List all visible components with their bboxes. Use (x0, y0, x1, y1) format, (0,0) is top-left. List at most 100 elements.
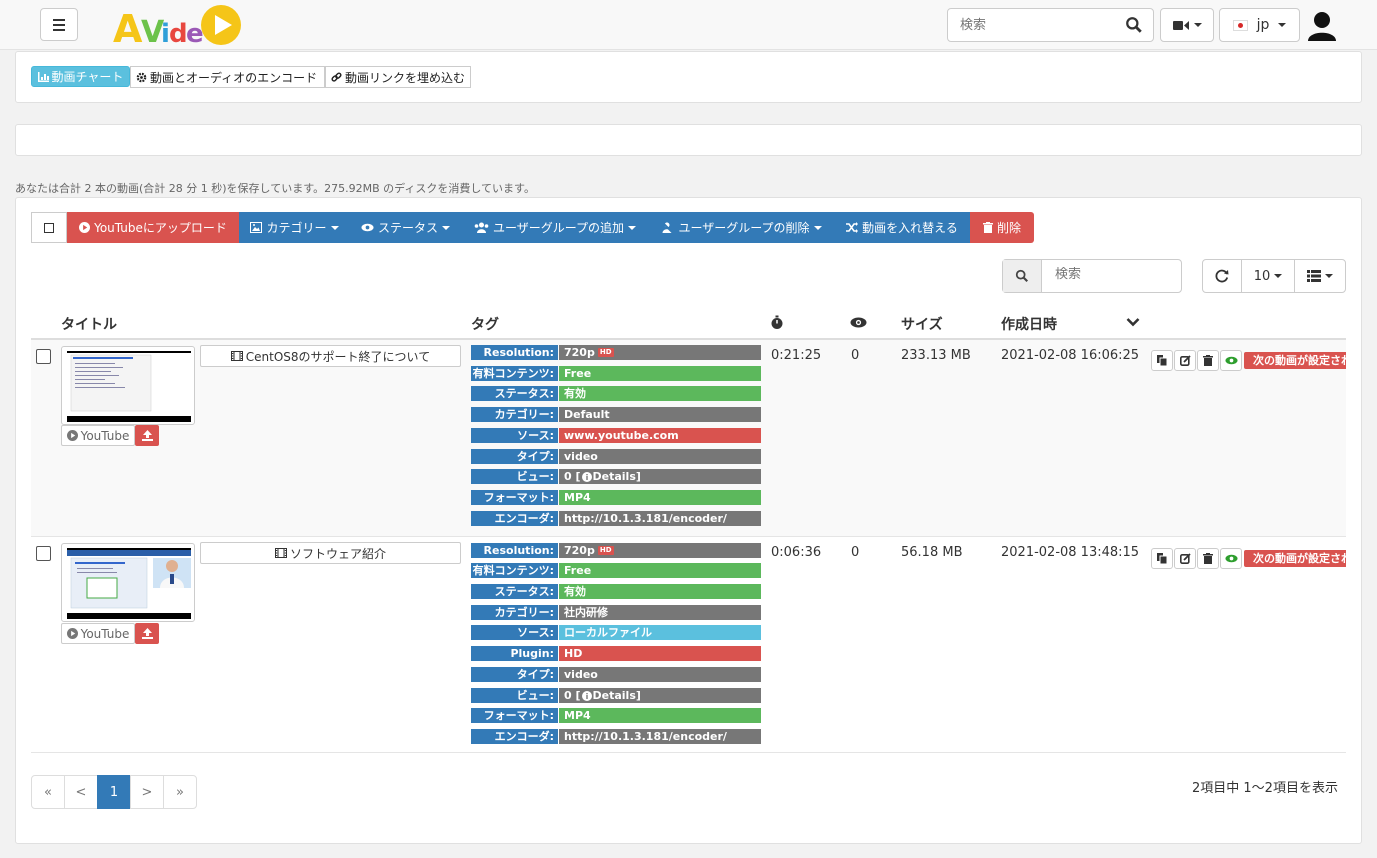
video-size: 56.18 MB (901, 545, 963, 560)
pagination-info: 2項目中 1～2項目を表示 (1192, 781, 1338, 796)
tag-encoder: エンコーダ: http://10.1.3.181/encoder/ (471, 729, 761, 744)
video-size: 233.13 MB (901, 348, 971, 363)
next-video-badge[interactable]: 次の動画が設定されていません (1244, 352, 1346, 369)
stopwatch-icon[interactable] (770, 315, 784, 330)
refresh-button[interactable] (1202, 259, 1242, 293)
pagination-last[interactable]: » (163, 775, 197, 809)
chevron-down-icon[interactable] (1126, 317, 1140, 327)
edit-icon (1179, 553, 1191, 564)
row-checkbox[interactable] (36, 349, 51, 364)
svg-text:e: e (186, 19, 204, 48)
avideo-logo[interactable]: A V i d e (113, 2, 243, 48)
column-header-tags[interactable]: タグ (471, 314, 499, 334)
pagination-next[interactable]: > (130, 775, 164, 809)
refresh-icon (1215, 269, 1229, 283)
video-thumbnail[interactable] (61, 346, 195, 425)
tag-plugin: Plugin: HD (471, 646, 761, 661)
edit-button[interactable] (1174, 548, 1196, 569)
swap-videos-label: 動画を入れ替える (862, 221, 958, 235)
columns-toggle-button[interactable] (1294, 259, 1346, 293)
next-video-badge[interactable]: 次の動画が設定されていません (1244, 550, 1346, 567)
video-camera-icon (1172, 20, 1189, 30)
eye-icon (1224, 356, 1238, 365)
upload-button[interactable] (135, 425, 159, 446)
details-link[interactable]: Details] (593, 688, 641, 703)
header-search-box[interactable] (947, 8, 1154, 42)
swap-videos-button[interactable]: 動画を入れ替える (834, 212, 970, 243)
table-search-addon (1003, 260, 1042, 292)
select-all-button[interactable] (31, 212, 67, 243)
japan-flag-icon (1232, 19, 1248, 31)
tag-status: ステータス: 有効 (471, 584, 761, 599)
upload-youtube-button[interactable]: YouTubeにアップロード (67, 212, 239, 243)
status-dropdown-button[interactable]: ステータス (350, 212, 461, 243)
video-duration: 0:21:25 (771, 348, 822, 363)
svg-text:d: d (169, 19, 188, 48)
tag-resolution: Resolution: 720p HD (471, 345, 761, 360)
tab-video-chart[interactable]: 動画チャート (31, 66, 130, 87)
column-header-size[interactable]: サイズ (901, 314, 943, 334)
header-search-input[interactable] (960, 16, 1110, 34)
row-checkbox[interactable] (36, 546, 51, 561)
column-header-created[interactable]: 作成日時 (1001, 314, 1057, 334)
pagination-page-1[interactable]: 1 (97, 775, 131, 809)
info-circle-icon[interactable] (581, 471, 592, 482)
pagination-prev[interactable]: < (64, 775, 98, 809)
users-icon (474, 222, 489, 233)
delete-button[interactable] (1197, 350, 1219, 371)
video-duration: 0:06:36 (771, 545, 822, 560)
link-icon (331, 71, 342, 82)
delete-selected-button[interactable]: 削除 (970, 212, 1034, 243)
visibility-button[interactable] (1220, 350, 1242, 371)
video-title-label: CentOS8のサポート終了について (245, 349, 431, 364)
details-link[interactable]: Details] (593, 469, 641, 484)
table-search-box[interactable] (1002, 259, 1182, 293)
tab-encode[interactable]: 動画とオーディオのエンコード (130, 66, 325, 88)
video-title[interactable]: ソフトウェア紹介 (200, 542, 461, 564)
tab-embed[interactable]: 動画リンクを埋め込む (325, 66, 471, 88)
language-select[interactable]: jp (1219, 8, 1300, 42)
tag-views: ビュー: 0 [Details] (471, 688, 761, 703)
visibility-button[interactable] (1220, 548, 1242, 569)
category-dropdown-button[interactable]: カテゴリー (239, 212, 350, 243)
pagination-first[interactable]: « (31, 775, 65, 809)
top-navbar: A V i d e jp (0, 0, 1377, 50)
copy-button[interactable] (1151, 548, 1173, 569)
add-usergroup-button[interactable]: ユーザーグループの追加 (461, 212, 649, 243)
tag-paid-content: 有料コンテンツ: Free (471, 366, 761, 381)
select-all-checkbox[interactable] (44, 222, 54, 233)
tag-source: ソース: www.youtube.com (471, 428, 761, 443)
user-avatar[interactable] (1305, 9, 1339, 41)
video-thumbnail[interactable] (61, 543, 195, 622)
video-title[interactable]: CentOS8のサポート終了について (200, 345, 461, 367)
edit-button[interactable] (1174, 350, 1196, 371)
svg-text:A: A (113, 7, 143, 48)
tab-video-chart-label: 動画チャート (51, 70, 124, 84)
youtube-link-label: YouTube (80, 428, 130, 443)
page-size-dropdown[interactable]: 10 (1241, 259, 1295, 293)
tag-category: カテゴリー: 社内研修 (471, 605, 761, 620)
video-menu-button[interactable] (1160, 8, 1214, 42)
table-search-input[interactable] (1055, 267, 1175, 282)
search-icon[interactable] (1125, 16, 1143, 34)
hamburger-menu-button[interactable] (40, 8, 78, 41)
upload-icon (141, 628, 153, 639)
info-circle-icon[interactable] (581, 690, 592, 701)
upload-button[interactable] (135, 623, 159, 644)
youtube-link-label: YouTube (80, 626, 130, 641)
status-label: ステータス (377, 221, 438, 235)
youtube-link-button[interactable]: YouTube (61, 425, 135, 446)
remove-usergroup-button[interactable]: ユーザーグループの削除 (649, 212, 834, 243)
trash-icon (1203, 553, 1213, 564)
video-created: 2021-02-08 16:06:25 (1001, 348, 1140, 363)
add-usergroup-label: ユーザーグループの追加 (492, 221, 625, 235)
delete-button[interactable] (1197, 548, 1219, 569)
copy-button[interactable] (1151, 350, 1173, 371)
tag-category: カテゴリー: Default (471, 407, 761, 422)
eye-icon[interactable] (850, 317, 867, 328)
video-created: 2021-02-08 13:48:15 (1001, 545, 1140, 560)
upload-icon (141, 430, 153, 441)
youtube-link-button[interactable]: YouTube (61, 623, 135, 644)
column-header-title[interactable]: タイトル (61, 314, 117, 334)
user-slash-icon (661, 222, 675, 233)
